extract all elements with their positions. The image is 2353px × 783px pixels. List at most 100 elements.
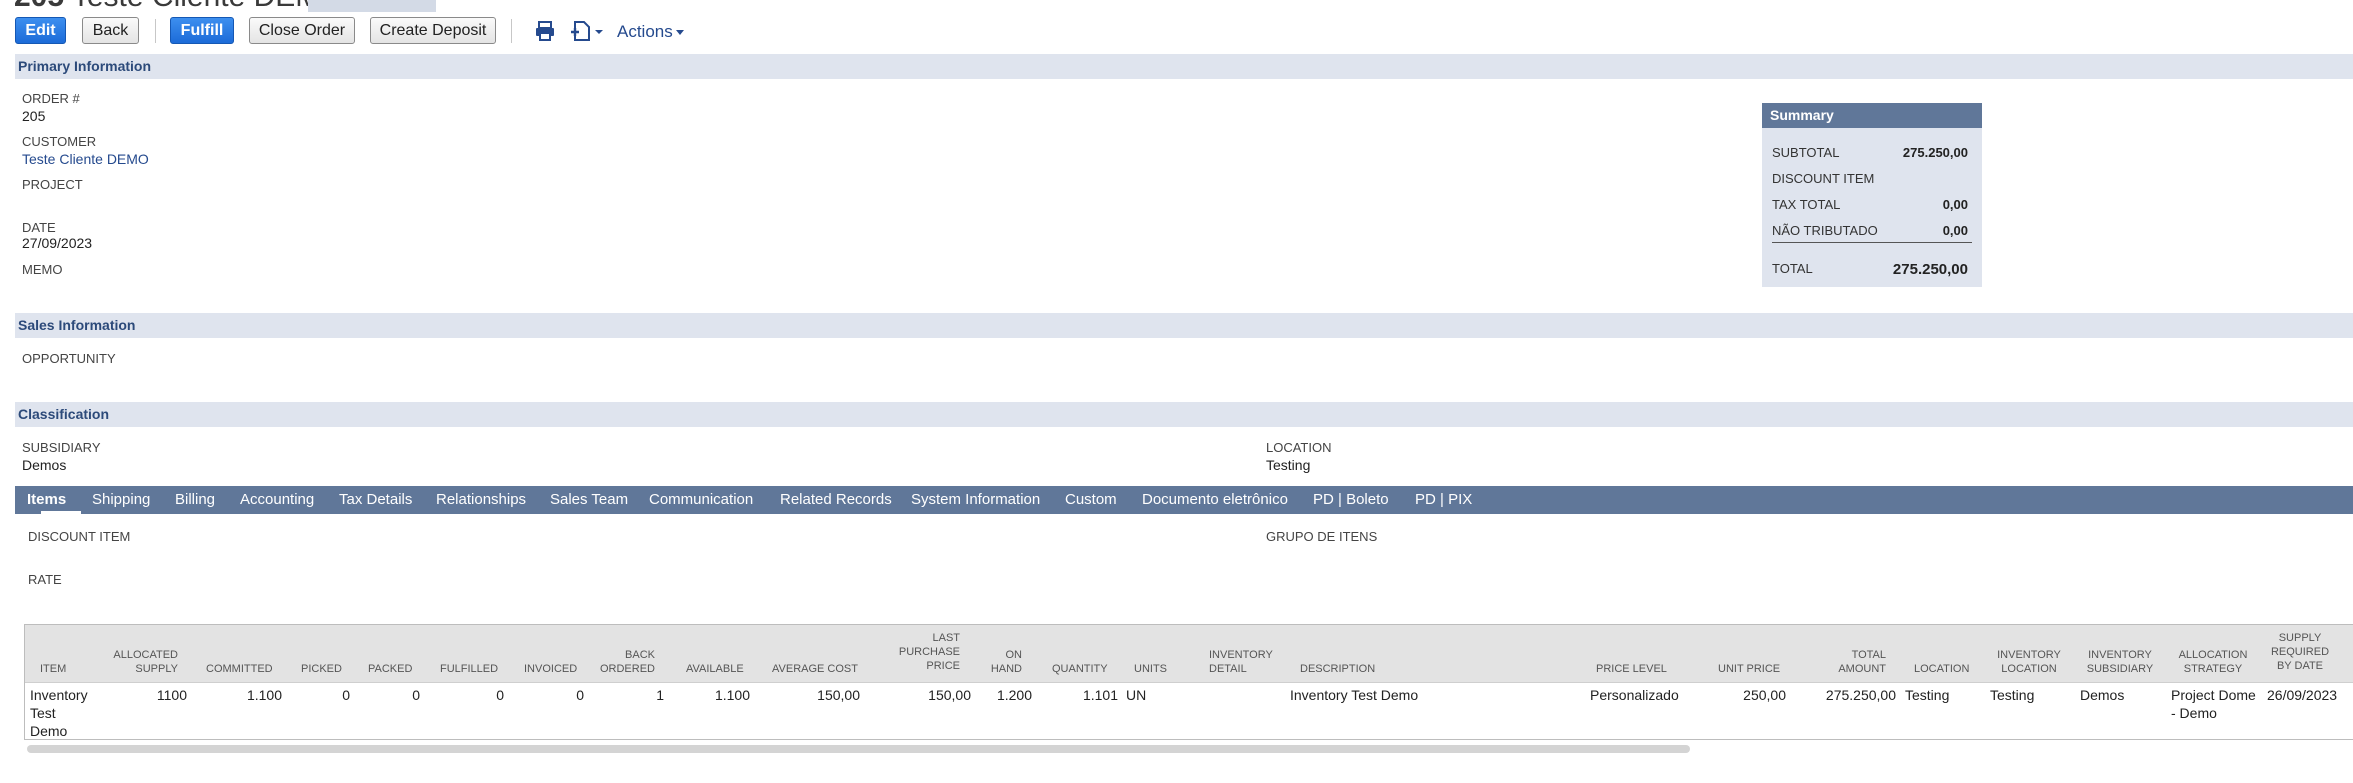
subsidiary-value: Demos	[22, 457, 67, 473]
total-label: TOTAL	[1772, 261, 1813, 276]
tab-tax-details[interactable]: Tax Details	[339, 491, 412, 508]
col-unit-price[interactable]: UNIT PRICE	[1718, 662, 1780, 676]
col-available[interactable]: AVAILABLE	[686, 662, 744, 676]
section-classification[interactable]: Classification	[15, 402, 2353, 427]
col-inventory-subsidiary[interactable]: INVENTORY SUBSIDIARY	[2078, 648, 2162, 676]
subtotal-value: 275.250,00	[1902, 145, 1968, 160]
tab-billing[interactable]: Billing	[175, 491, 215, 508]
rate-label: RATE	[28, 572, 62, 587]
col-description[interactable]: DESCRIPTION	[1300, 662, 1375, 676]
tab-pd-boleto[interactable]: PD | Boleto	[1313, 491, 1389, 508]
col-quantity[interactable]: QUANTITY	[1052, 662, 1108, 676]
document-plus-icon[interactable]	[570, 20, 604, 42]
col-item[interactable]: ITEM	[40, 662, 66, 676]
actions-menu[interactable]: Actions	[617, 22, 684, 42]
tab-sales-team[interactable]: Sales Team	[550, 491, 628, 508]
opportunity-label: OPPORTUNITY	[22, 351, 116, 366]
project-label: PROJECT	[22, 177, 83, 192]
row-on-hand: 1.200	[996, 687, 1032, 703]
tax-label: TAX TOTAL	[1772, 197, 1841, 212]
subtab-bar: Items Shipping Billing Accounting Tax De…	[15, 486, 2353, 514]
row-invoiced: 0	[576, 687, 584, 703]
col-back-ordered[interactable]: BACK ORDERED	[590, 648, 655, 676]
tab-pd-pix[interactable]: PD | PIX	[1415, 491, 1472, 508]
col-location[interactable]: LOCATION	[1914, 662, 1969, 676]
row-back-ordered: 1	[656, 687, 664, 703]
col-allocated-supply[interactable]: ALLOCATED SUPPLY	[100, 648, 178, 676]
toolbar-separator	[155, 19, 156, 43]
col-supply-required-by-date[interactable]: SUPPLY REQUIRED BY DATE	[2262, 631, 2338, 673]
col-committed[interactable]: COMMITTED	[206, 662, 273, 676]
col-units[interactable]: UNITS	[1134, 662, 1167, 676]
row-total-amount: 275.250,00	[1825, 687, 1896, 703]
col-picked[interactable]: PICKED	[301, 662, 342, 676]
summary-nao-tributado: NÃO TRIBUTADO 0,00	[1772, 223, 1972, 238]
create-deposit-button[interactable]: Create Deposit	[370, 17, 496, 44]
edit-button[interactable]: Edit	[15, 17, 66, 44]
col-total-amount[interactable]: TOTAL AMOUNT	[1800, 648, 1886, 676]
col-inventory-detail[interactable]: INVENTORY DETAIL	[1209, 648, 1273, 676]
subsidiary-label: SUBSIDIARY	[22, 440, 101, 455]
customer-link[interactable]: Teste Cliente DEMO	[22, 151, 149, 167]
section-primary-information[interactable]: Primary Information	[15, 54, 2353, 79]
tab-documento-eletronico[interactable]: Documento eletrônico	[1142, 491, 1288, 508]
tab-shipping[interactable]: Shipping	[92, 491, 150, 508]
row-packed: 0	[412, 687, 420, 703]
row-allocation-strategy: Project Dome - Demo	[2171, 687, 2256, 721]
tab-system-information[interactable]: System Information	[911, 491, 1040, 508]
order-value: 205	[22, 108, 46, 124]
tab-accounting[interactable]: Accounting	[240, 491, 314, 508]
row-available: 1.100	[714, 687, 750, 703]
section-sales-information[interactable]: Sales Information	[15, 313, 2353, 338]
tab-communication[interactable]: Communication	[649, 491, 753, 508]
tab-items[interactable]: Items	[27, 491, 66, 508]
record-name: Teste Cliente DEMO	[72, 0, 344, 13]
summary-panel: Summary SUBTOTAL 275.250,00 DISCOUNT ITEM…	[1762, 103, 1982, 287]
row-fulfilled: 0	[496, 687, 504, 703]
page-title: 205 Teste Cliente DEMO	[14, 0, 344, 14]
row-description: Inventory Test Demo	[1290, 687, 1419, 703]
customer-label: CUSTOMER	[22, 134, 97, 149]
row-item-link[interactable]: Inventory Test Demo	[30, 686, 88, 740]
col-packed[interactable]: PACKED	[368, 662, 412, 676]
col-price-level[interactable]: PRICE LEVEL	[1596, 662, 1667, 676]
row-location: Testing	[1905, 687, 1950, 703]
row-average-cost: 150,00	[817, 687, 860, 703]
col-fulfilled[interactable]: FULFILLED	[440, 662, 498, 676]
col-allocation-strategy[interactable]: ALLOCATION STRATEGY	[2170, 648, 2256, 676]
actions-label: Actions	[617, 22, 673, 41]
row-units: UN	[1126, 687, 1147, 703]
subtotal-label: SUBTOTAL	[1772, 145, 1840, 160]
row-allocated-supply[interactable]: 1100	[120, 686, 187, 704]
col-inventory-location[interactable]: INVENTORY LOCATION	[1990, 648, 2068, 676]
col-on-hand[interactable]: ON HAND	[990, 648, 1022, 676]
row-inventory-location: Testing	[1990, 687, 2035, 703]
summary-discount: DISCOUNT ITEM	[1772, 171, 1972, 186]
row-supply-required-by-date: 26/09/2023	[2267, 687, 2338, 703]
col-invoiced[interactable]: INVOICED	[524, 662, 577, 676]
back-button[interactable]: Back	[82, 17, 139, 44]
tab-relationships[interactable]: Relationships	[436, 491, 526, 508]
total-value: 275.250,00	[1892, 261, 1968, 278]
summary-tax: TAX TOTAL 0,00	[1772, 197, 1972, 212]
fulfill-button[interactable]: Fulfill	[170, 17, 234, 44]
summary-divider	[1772, 242, 1972, 243]
grupo-de-itens-label: GRUPO DE ITENS	[1266, 529, 1378, 544]
discount-item-label: DISCOUNT ITEM	[28, 529, 131, 544]
tab-related-records[interactable]: Related Records	[780, 491, 892, 508]
tax-value: 0,00	[1942, 197, 1968, 212]
tab-custom[interactable]: Custom	[1065, 491, 1117, 508]
col-last-purchase-price[interactable]: LAST PURCHASE PRICE	[880, 631, 960, 673]
close-order-button[interactable]: Close Order	[249, 17, 355, 44]
horizontal-scrollbar[interactable]	[27, 745, 1690, 753]
nao-tributado-value: 0,00	[1942, 223, 1968, 238]
date-value: 27/09/2023	[22, 235, 93, 251]
memo-label: MEMO	[22, 262, 63, 277]
date-label: DATE	[22, 220, 56, 235]
chevron-down-icon	[675, 30, 684, 36]
row-picked: 0	[342, 687, 350, 703]
col-average-cost[interactable]: AVERAGE COST	[772, 662, 858, 676]
row-committed: 1.100	[246, 687, 282, 703]
printer-icon[interactable]	[534, 20, 556, 42]
title-status-strip	[308, 0, 436, 12]
